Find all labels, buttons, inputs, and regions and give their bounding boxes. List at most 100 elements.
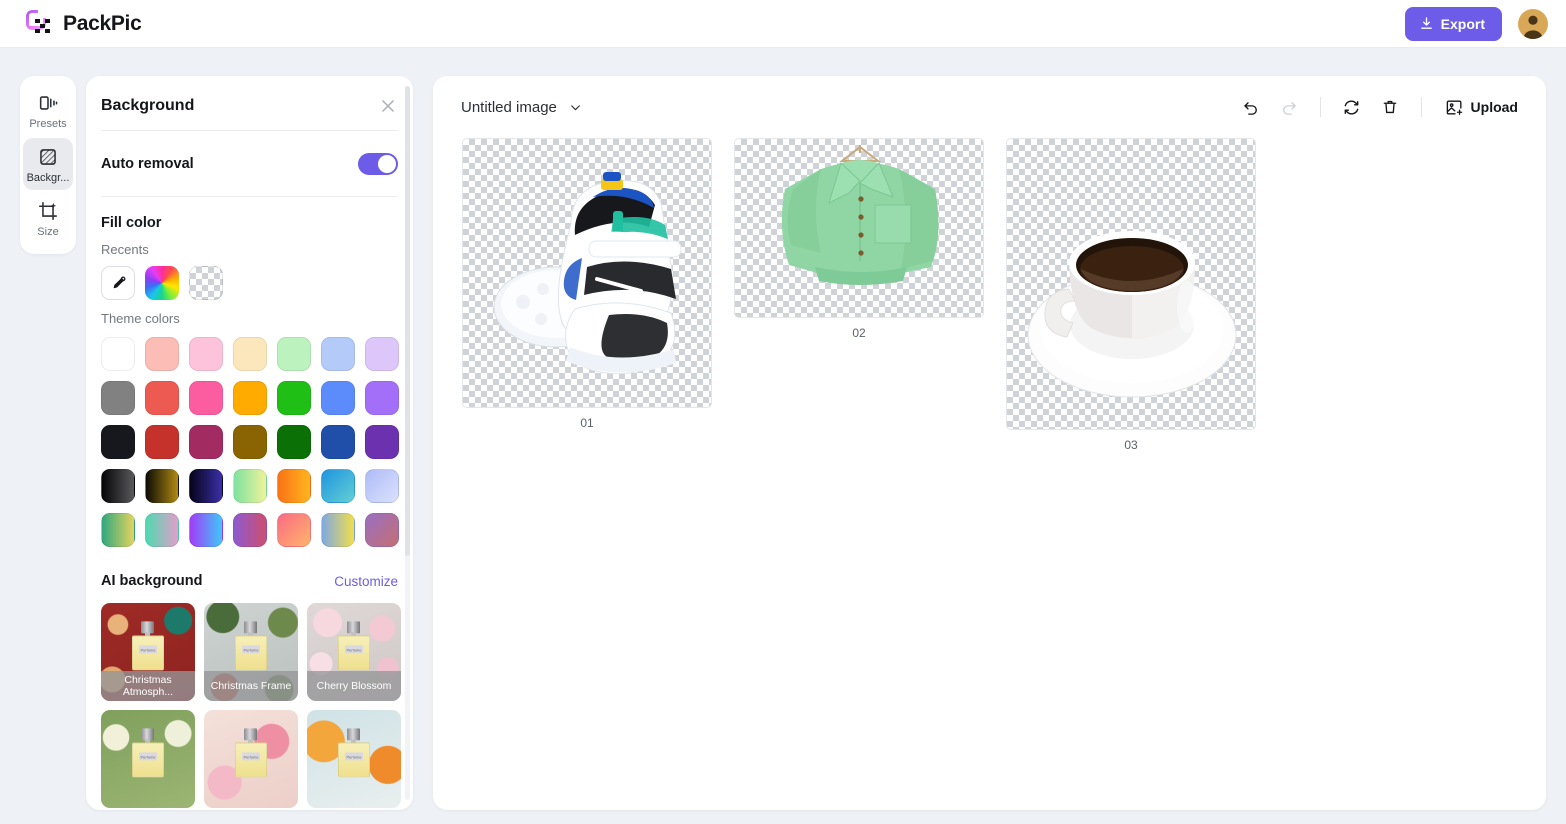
- theme-swatch-blue[interactable]: [321, 381, 355, 415]
- crop-size-icon: [38, 201, 58, 221]
- sidebar-item-label: Presets: [29, 119, 67, 130]
- sidebar-item-size[interactable]: Size: [23, 192, 73, 244]
- document-name: Untitled image: [461, 98, 557, 116]
- sneaker-photo: [493, 172, 682, 375]
- canvas-tools: Upload: [1235, 91, 1526, 123]
- theme-swatch-black-indigo-gradient[interactable]: [189, 469, 223, 503]
- image-canvas[interactable]: [1006, 138, 1256, 430]
- fill-color-title: Fill color: [101, 215, 162, 231]
- upload-label: Upload: [1470, 99, 1518, 115]
- rainbow-swatch[interactable]: [145, 266, 179, 300]
- theme-swatch-green-yellow-gradient[interactable]: [233, 469, 267, 503]
- theme-swatch-blue-teal-gradient[interactable]: [321, 469, 355, 503]
- top-bar-actions: Export: [1404, 6, 1548, 41]
- theme-swatch-near-black[interactable]: [101, 425, 135, 459]
- theme-swatch-black-gold-gradient[interactable]: [145, 469, 179, 503]
- panel-scrollbar-thumb[interactable]: [405, 86, 410, 556]
- document-name-dropdown[interactable]: Untitled image: [461, 99, 582, 116]
- theme-swatch-brick-red[interactable]: [145, 425, 179, 459]
- page-title: Background: [101, 97, 195, 114]
- panel-header: Background: [101, 76, 398, 130]
- theme-swatch-blue-yellow-gradient[interactable]: [321, 513, 355, 547]
- theme-swatch-white[interactable]: [101, 337, 135, 371]
- theme-swatch-red[interactable]: [145, 381, 179, 415]
- canvas-area: Untitled image Upload 01 02 03: [433, 76, 1546, 810]
- transparent-swatch[interactable]: [189, 266, 223, 300]
- refresh-button[interactable]: [1336, 91, 1368, 123]
- theme-swatch-gray[interactable]: [101, 381, 135, 415]
- theme-swatch-dark-green[interactable]: [277, 425, 311, 459]
- delete-button[interactable]: [1374, 91, 1406, 123]
- theme-swatch-light-blue[interactable]: [321, 337, 355, 371]
- perfume-bottle-preview: Perfume: [338, 621, 370, 671]
- theme-swatch-green[interactable]: [277, 381, 311, 415]
- toolbar-divider: [1420, 97, 1422, 117]
- download-icon: [1420, 17, 1432, 29]
- brand[interactable]: PackPic: [26, 8, 142, 38]
- theme-swatch-violet-dark[interactable]: [365, 425, 399, 459]
- close-icon[interactable]: [378, 96, 398, 116]
- undo-button[interactable]: [1235, 91, 1267, 123]
- export-button[interactable]: Export: [1404, 6, 1502, 41]
- eyedropper-swatch[interactable]: [101, 266, 135, 300]
- refresh-icon: [1344, 100, 1359, 114]
- ai-background-label: Christmas Atmosph...: [101, 671, 195, 701]
- ai-background-card[interactable]: Perfume: [204, 710, 298, 808]
- theme-swatch-magenta-dark[interactable]: [189, 425, 223, 459]
- image-canvas[interactable]: [462, 138, 712, 408]
- ai-background-title: AI background: [101, 573, 203, 589]
- perfume-bottle-preview: Perfume: [132, 728, 164, 778]
- image-caption: 03: [1124, 438, 1138, 452]
- theme-swatch-periwinkle-gradient[interactable]: [365, 469, 399, 503]
- theme-swatch-light-purple[interactable]: [365, 337, 399, 371]
- image-thumbnails: 01 02 03: [433, 138, 1546, 452]
- ai-background-card[interactable]: Perfume: [101, 710, 195, 808]
- upload-button[interactable]: Upload: [1437, 91, 1526, 123]
- chevron-down-icon: [571, 104, 580, 110]
- image-caption: 01: [580, 416, 594, 430]
- theme-swatch-purple-cyan-gradient[interactable]: [189, 513, 223, 547]
- theme-swatch-light-salmon[interactable]: [145, 337, 179, 371]
- theme-swatch-hot-pink[interactable]: [189, 381, 223, 415]
- redo-button[interactable]: [1273, 91, 1305, 123]
- theme-color-grid: [101, 335, 399, 547]
- theme-swatch-mauve-gradient[interactable]: [365, 513, 399, 547]
- perfume-bottle-preview: Perfume: [338, 728, 370, 778]
- ai-background-label: Cherry Blossom: [307, 671, 401, 701]
- theme-swatch-navy-blue[interactable]: [321, 425, 355, 459]
- theme-swatch-teal-yellow-gradient[interactable]: [101, 513, 135, 547]
- ai-background-label: Christmas Frame: [204, 671, 298, 701]
- auto-removal-toggle[interactable]: [358, 153, 398, 175]
- redo-icon: [1282, 102, 1296, 115]
- export-label: Export: [1440, 15, 1485, 32]
- ai-background-card[interactable]: Perfume Christmas Atmosph...: [101, 603, 195, 701]
- theme-swatch-mint-pink-gradient[interactable]: [145, 513, 179, 547]
- ai-background-card[interactable]: Perfume Cherry Blossom: [307, 603, 401, 701]
- auto-removal-row: Auto removal: [101, 131, 398, 196]
- background-panel: Background Auto removal Fill color Recen…: [86, 76, 413, 810]
- theme-swatch-cream[interactable]: [233, 337, 267, 371]
- image-thumbnail[interactable]: 01: [462, 138, 712, 430]
- sidebar-item-label: Size: [37, 227, 59, 238]
- theme-swatch-amber[interactable]: [233, 381, 267, 415]
- theme-swatch-pink-coral-gradient[interactable]: [277, 513, 311, 547]
- theme-swatch-dark-gold[interactable]: [233, 425, 267, 459]
- image-canvas[interactable]: [734, 138, 984, 318]
- image-thumbnail[interactable]: 03: [1006, 138, 1256, 452]
- sidebar-item-background[interactable]: Backgr...: [23, 138, 73, 190]
- customize-link[interactable]: Customize: [334, 574, 398, 589]
- sidebar-item-presets[interactable]: Presets: [23, 84, 73, 136]
- theme-swatch-black-gray-gradient[interactable]: [101, 469, 135, 503]
- image-thumbnail[interactable]: 02: [734, 138, 984, 340]
- ai-background-card[interactable]: Perfume Christmas Frame: [204, 603, 298, 701]
- add-image-icon: [1446, 99, 1462, 115]
- ai-background-card[interactable]: Perfume: [307, 710, 401, 808]
- theme-swatch-light-green[interactable]: [277, 337, 311, 371]
- undo-icon: [1243, 102, 1257, 115]
- theme-swatch-purple-rose-gradient[interactable]: [233, 513, 267, 547]
- image-caption: 02: [852, 326, 866, 340]
- theme-swatch-purple[interactable]: [365, 381, 399, 415]
- theme-swatch-light-pink[interactable]: [189, 337, 223, 371]
- theme-swatch-orange-amber-gradient[interactable]: [277, 469, 311, 503]
- avatar[interactable]: [1518, 8, 1548, 39]
